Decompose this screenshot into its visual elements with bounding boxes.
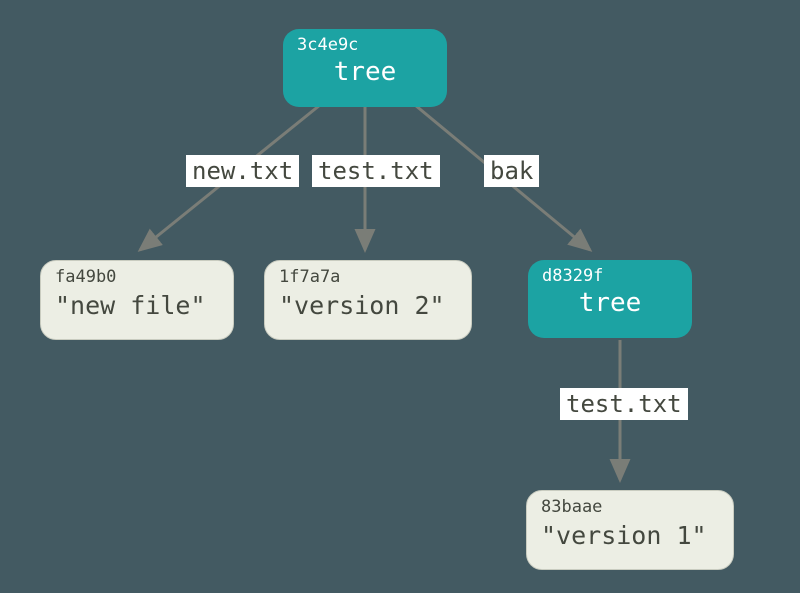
blob-node-version-2: 1f7a7a "version 2" (264, 260, 472, 340)
node-hash: fa49b0 (55, 267, 219, 287)
edge-label-new-txt: new.txt (186, 155, 299, 187)
node-hash: 83baae (541, 497, 719, 517)
blob-node-version-1: 83baae "version 1" (526, 490, 734, 570)
tree-node-root: 3c4e9c tree (283, 29, 447, 107)
node-content: "version 1" (541, 521, 719, 550)
node-hash: 3c4e9c (297, 35, 433, 55)
blob-node-new-file: fa49b0 "new file" (40, 260, 234, 340)
edge-label-test-txt: test.txt (312, 155, 440, 187)
node-type: tree (297, 57, 433, 87)
node-type: tree (542, 288, 678, 318)
node-content: "new file" (55, 291, 219, 320)
node-hash: 1f7a7a (279, 267, 457, 287)
node-content: "version 2" (279, 291, 457, 320)
edge-label-bak: bak (484, 155, 539, 187)
git-object-diagram: 3c4e9c tree new.txt test.txt bak fa49b0 … (0, 0, 800, 593)
node-hash: d8329f (542, 266, 678, 286)
tree-node-subtree: d8329f tree (528, 260, 692, 338)
edge-label-sub-test-txt: test.txt (560, 388, 688, 420)
